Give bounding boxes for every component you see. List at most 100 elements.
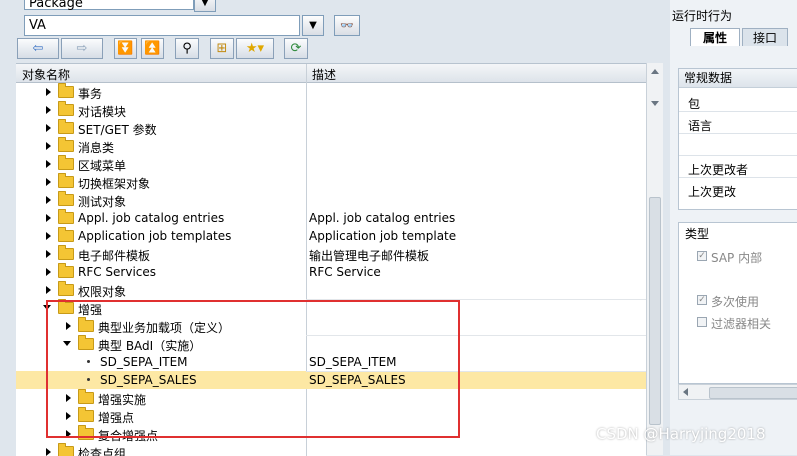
checkbox-multiple-use-label: 多次使用 (711, 295, 760, 309)
tree-node-label[interactable]: Appl. job catalog entries (78, 211, 224, 225)
panel-horizontal-scrollbar[interactable] (678, 384, 797, 400)
tree-row[interactable]: 消息类 (16, 137, 646, 155)
favorites-icon: ★▾ (245, 41, 265, 56)
object-type-combo[interactable]: Package (24, 0, 194, 11)
tree-node-label[interactable]: SET/GET 参数 (78, 121, 157, 138)
tree-node-label[interactable]: RFC Services (78, 265, 156, 279)
folder-icon (58, 263, 74, 278)
display-glasses-button[interactable]: 👓 (334, 15, 360, 36)
folder-icon (58, 101, 74, 116)
tree-node-label[interactable]: Application job templates (78, 229, 231, 243)
tree-node-label[interactable]: 切换框架对象 (78, 175, 150, 192)
collapse-button[interactable]: ⏫ (141, 38, 164, 59)
folder-icon (58, 209, 74, 224)
scroll-thumb[interactable] (649, 197, 661, 425)
type-group: 类型 ✓ SAP 内部 ✓ 多次使用 过滤器相关 (678, 222, 797, 384)
collapsed-arrow-icon[interactable] (46, 124, 51, 132)
tab-interface[interactable]: 接口 (742, 28, 788, 46)
expand-button[interactable]: ⏬ (114, 38, 137, 59)
field-last-changed-by: 上次更改者 (688, 163, 749, 177)
tree-row[interactable]: 切换框架对象 (16, 173, 646, 191)
checkbox-sap-internal[interactable]: ✓ (697, 251, 707, 261)
tree-row[interactable]: 测试对象 (16, 191, 646, 209)
column-header-description[interactable]: 描述 (312, 66, 336, 83)
refresh-icon: ⟳ (290, 41, 302, 56)
tree-node-description: Appl. job catalog entries (309, 211, 456, 225)
tree-node-label[interactable]: 消息类 (78, 139, 114, 156)
tree-node-label[interactable]: 对话模块 (78, 103, 126, 120)
collapsed-arrow-icon[interactable] (46, 106, 51, 114)
back-icon: ⇦ (32, 41, 44, 56)
tree-row[interactable]: 对话模块 (16, 101, 646, 119)
checkbox-multiple-use[interactable]: ✓ (697, 295, 707, 305)
properties-panel: 运行时行为 属性 接口 常规数据 包 语言 上次更改者 上次更改 类型 ✓ SA… (670, 0, 797, 455)
tree-row[interactable]: Application job templates Application job… (16, 227, 646, 245)
hierarchy-icon: ⊞ (216, 41, 228, 56)
panel-title: 运行时行为 (672, 9, 733, 23)
collapsed-arrow-icon[interactable] (46, 196, 51, 204)
tree-node-description: Application job template (309, 229, 457, 243)
scroll-thumb[interactable] (709, 387, 797, 399)
type-group-title: 类型 (685, 227, 710, 241)
chevron-down-icon: ▼ (309, 20, 317, 31)
collapsed-arrow-icon[interactable] (46, 214, 51, 222)
folder-icon (58, 83, 74, 98)
glasses-icon: 👓 (340, 19, 354, 32)
favorites-button[interactable]: ★▾ (236, 38, 274, 59)
collapsed-arrow-icon[interactable] (46, 160, 51, 168)
folder-icon (58, 155, 74, 170)
tree-node-label[interactable]: 电子邮件模板 (78, 247, 150, 264)
tree-node-label[interactable]: 测试对象 (78, 193, 126, 210)
find-button[interactable]: ⚲ (175, 38, 199, 59)
column-header-name[interactable]: 对象名称 (22, 66, 70, 83)
collapsed-arrow-icon[interactable] (46, 250, 51, 258)
collapsed-arrow-icon[interactable] (46, 268, 51, 276)
folder-icon (58, 227, 74, 242)
tree-row[interactable]: 权限对象 (16, 281, 646, 299)
highlight-box (46, 300, 460, 438)
tree-row[interactable]: Appl. job catalog entries Appl. job catal… (16, 209, 646, 227)
tree-row[interactable]: SET/GET 参数 (16, 119, 646, 137)
object-type-dropdown-button[interactable]: ▼ (194, 0, 216, 12)
watermark-text: CSDN @Harryjing2018 (596, 425, 766, 443)
general-data-title: 常规数据 (679, 69, 797, 88)
checkbox-sap-internal-label: SAP 内部 (711, 251, 763, 265)
tree-row[interactable]: 电子邮件模板 输出管理电子邮件模板 (16, 245, 646, 263)
tree-node-description: 输出管理电子邮件模板 (309, 249, 430, 263)
field-package: 包 (688, 97, 701, 111)
tab-attributes[interactable]: 属性 (690, 28, 740, 46)
checkbox-filter-dependent[interactable] (697, 317, 707, 327)
collapsed-arrow-icon[interactable] (46, 142, 51, 150)
binoculars-icon: ⚲ (182, 41, 192, 56)
collapsed-arrow-icon[interactable] (46, 178, 51, 186)
collapsed-arrow-icon[interactable] (46, 88, 51, 96)
forward-icon: ⇨ (76, 41, 88, 56)
tree-row[interactable]: 检查点组 (16, 443, 646, 456)
tree-row[interactable]: 事务 (16, 83, 646, 101)
hierarchy-button[interactable]: ⊞ (210, 38, 234, 59)
tab-interface-label: 接口 (752, 31, 777, 45)
tree-row[interactable]: RFC Services RFC Service (16, 263, 646, 281)
refresh-button[interactable]: ⟳ (284, 38, 308, 59)
tree-node-label[interactable]: 检查点组 (78, 445, 126, 456)
object-name-input[interactable]: VA (24, 15, 300, 36)
collapse-icon: ⏫ (144, 41, 161, 56)
scroll-up-icon[interactable] (651, 69, 659, 74)
scroll-left-icon[interactable] (683, 388, 688, 396)
chevron-down-icon: ▼ (201, 0, 209, 8)
back-button[interactable]: ⇦ (17, 38, 59, 59)
forward-button[interactable]: ⇨ (61, 38, 103, 59)
tab-attributes-label: 属性 (702, 31, 727, 45)
scroll-down-icon[interactable] (651, 101, 659, 106)
collapsed-arrow-icon[interactable] (46, 286, 51, 294)
tree-node-label[interactable]: 权限对象 (78, 283, 126, 300)
object-name-dropdown-button[interactable]: ▼ (302, 15, 324, 36)
general-data-group: 常规数据 包 语言 上次更改者 上次更改 (678, 68, 797, 210)
tree-node-label[interactable]: 区域菜单 (78, 157, 126, 174)
tree-node-label[interactable]: 事务 (78, 85, 102, 102)
collapsed-arrow-icon[interactable] (46, 232, 51, 240)
folder-icon (58, 119, 74, 134)
folder-icon (58, 245, 74, 260)
tree-row[interactable]: 区域菜单 (16, 155, 646, 173)
tree-vertical-scrollbar[interactable] (646, 63, 663, 455)
